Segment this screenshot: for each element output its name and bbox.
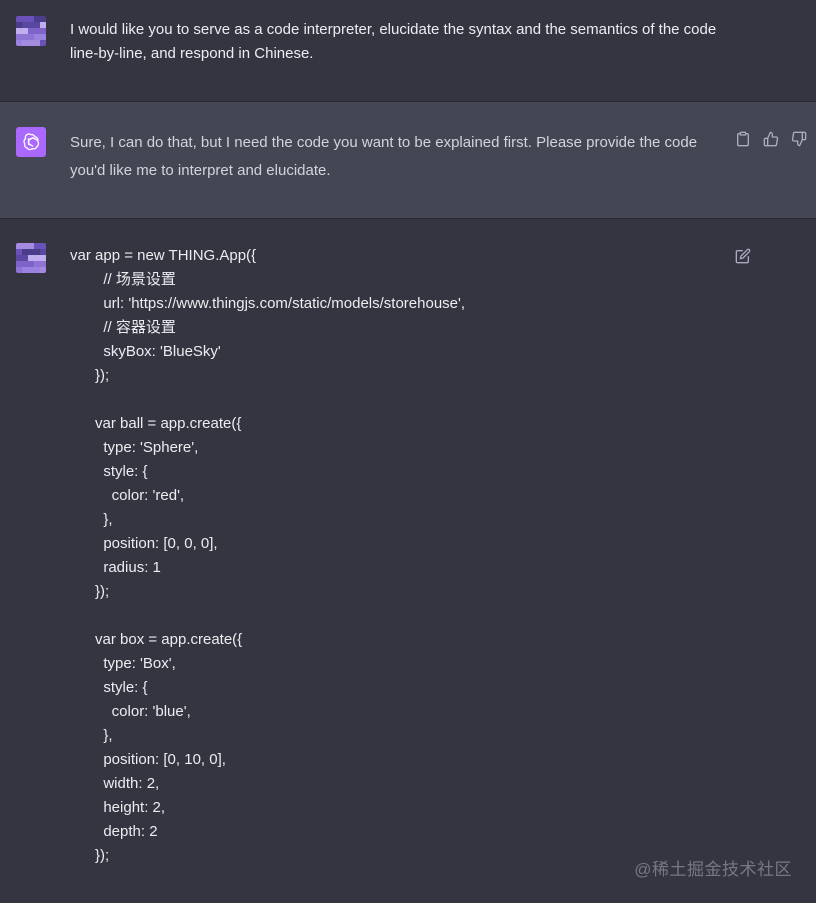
code-line: radius: 1 xyxy=(70,559,161,576)
code-line: skyBox: 'BlueSky' xyxy=(70,343,221,360)
edit-icon[interactable] xyxy=(734,247,752,265)
user-avatar xyxy=(16,16,46,46)
chatgpt-avatar-icon xyxy=(16,127,46,157)
code-line: style: { xyxy=(70,679,148,696)
code-line: width: 2, xyxy=(70,775,160,792)
code-line: // 场景设置 xyxy=(70,271,176,288)
thumbs-down-icon[interactable] xyxy=(790,130,808,148)
code-line: url: 'https://www.thingjs.com/static/mod… xyxy=(70,295,466,312)
code-line: height: 2, xyxy=(70,799,166,816)
code-line: position: [0, 10, 0], xyxy=(70,751,226,768)
code-line: position: [0, 0, 0], xyxy=(70,535,218,552)
code-line: }, xyxy=(70,727,113,744)
code-line: }); xyxy=(70,583,110,600)
code-line: type: 'Sphere', xyxy=(70,439,199,456)
watermark: @稀土掘金技术社区 xyxy=(634,860,792,879)
code-line: color: 'red', xyxy=(70,487,185,504)
code-line: type: 'Box', xyxy=(70,655,176,672)
code-line: var app = new THING.App({ xyxy=(70,247,257,264)
code-line: }); xyxy=(70,367,110,384)
code-line: var ball = app.create({ xyxy=(70,415,242,432)
code-line: depth: 2 xyxy=(70,823,158,840)
code-line: color: 'blue', xyxy=(70,703,191,720)
user-avatar xyxy=(16,243,46,273)
clipboard-icon[interactable] xyxy=(734,130,752,148)
user-message-1-text: I would like you to serve as a code inte… xyxy=(70,21,721,62)
user-code-block: var app = new THING.App({ // 场景设置 url: '… xyxy=(70,244,465,868)
code-line: }, xyxy=(70,511,113,528)
code-line: // 容器设置 xyxy=(70,319,176,336)
user-message-1: I would like you to serve as a code inte… xyxy=(0,0,816,102)
code-line: var box = app.create({ xyxy=(70,631,243,648)
thumbs-up-icon[interactable] xyxy=(762,130,780,148)
code-line: style: { xyxy=(70,463,148,480)
assistant-message-text: Sure, I can do that, but I need the code… xyxy=(70,134,702,179)
code-line: }); xyxy=(70,847,110,864)
